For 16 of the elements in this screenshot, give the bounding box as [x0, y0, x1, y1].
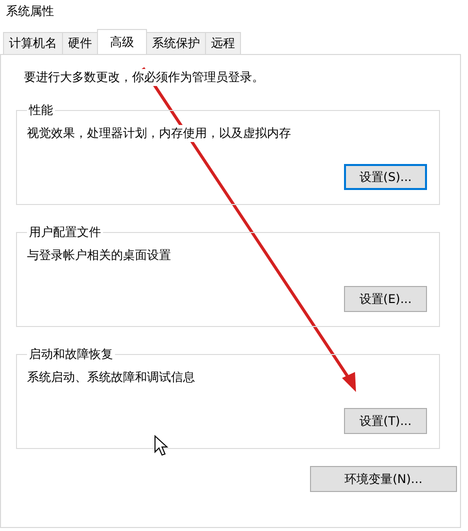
group-title: 用户配置文件 — [28, 224, 102, 241]
group-description: 视觉效果，处理器计划，内存使用，以及虚拟内存 — [27, 125, 291, 142]
group-description: 系统启动、系统故障和调试信息 — [27, 369, 195, 386]
settings-button[interactable]: 设置(T)... — [344, 408, 427, 434]
group-title: 性能 — [28, 102, 54, 119]
settings-button[interactable]: 设置(S)... — [344, 164, 427, 190]
environment-variables-button[interactable]: 环境变量(N)... — [310, 466, 457, 492]
tab[interactable]: 系统保护 — [146, 32, 206, 54]
tab[interactable]: 硬件 — [62, 32, 98, 54]
mouse-pointer-icon — [154, 434, 168, 456]
tab[interactable]: 远程 — [205, 32, 241, 54]
settings-button[interactable]: 设置(E)... — [344, 286, 427, 312]
tab[interactable]: 计算机名 — [3, 32, 63, 54]
group-description: 与登录帐户相关的桌面设置 — [27, 247, 171, 264]
group-title: 启动和故障恢复 — [28, 346, 114, 363]
window-title: 系统属性 — [5, 3, 55, 20]
